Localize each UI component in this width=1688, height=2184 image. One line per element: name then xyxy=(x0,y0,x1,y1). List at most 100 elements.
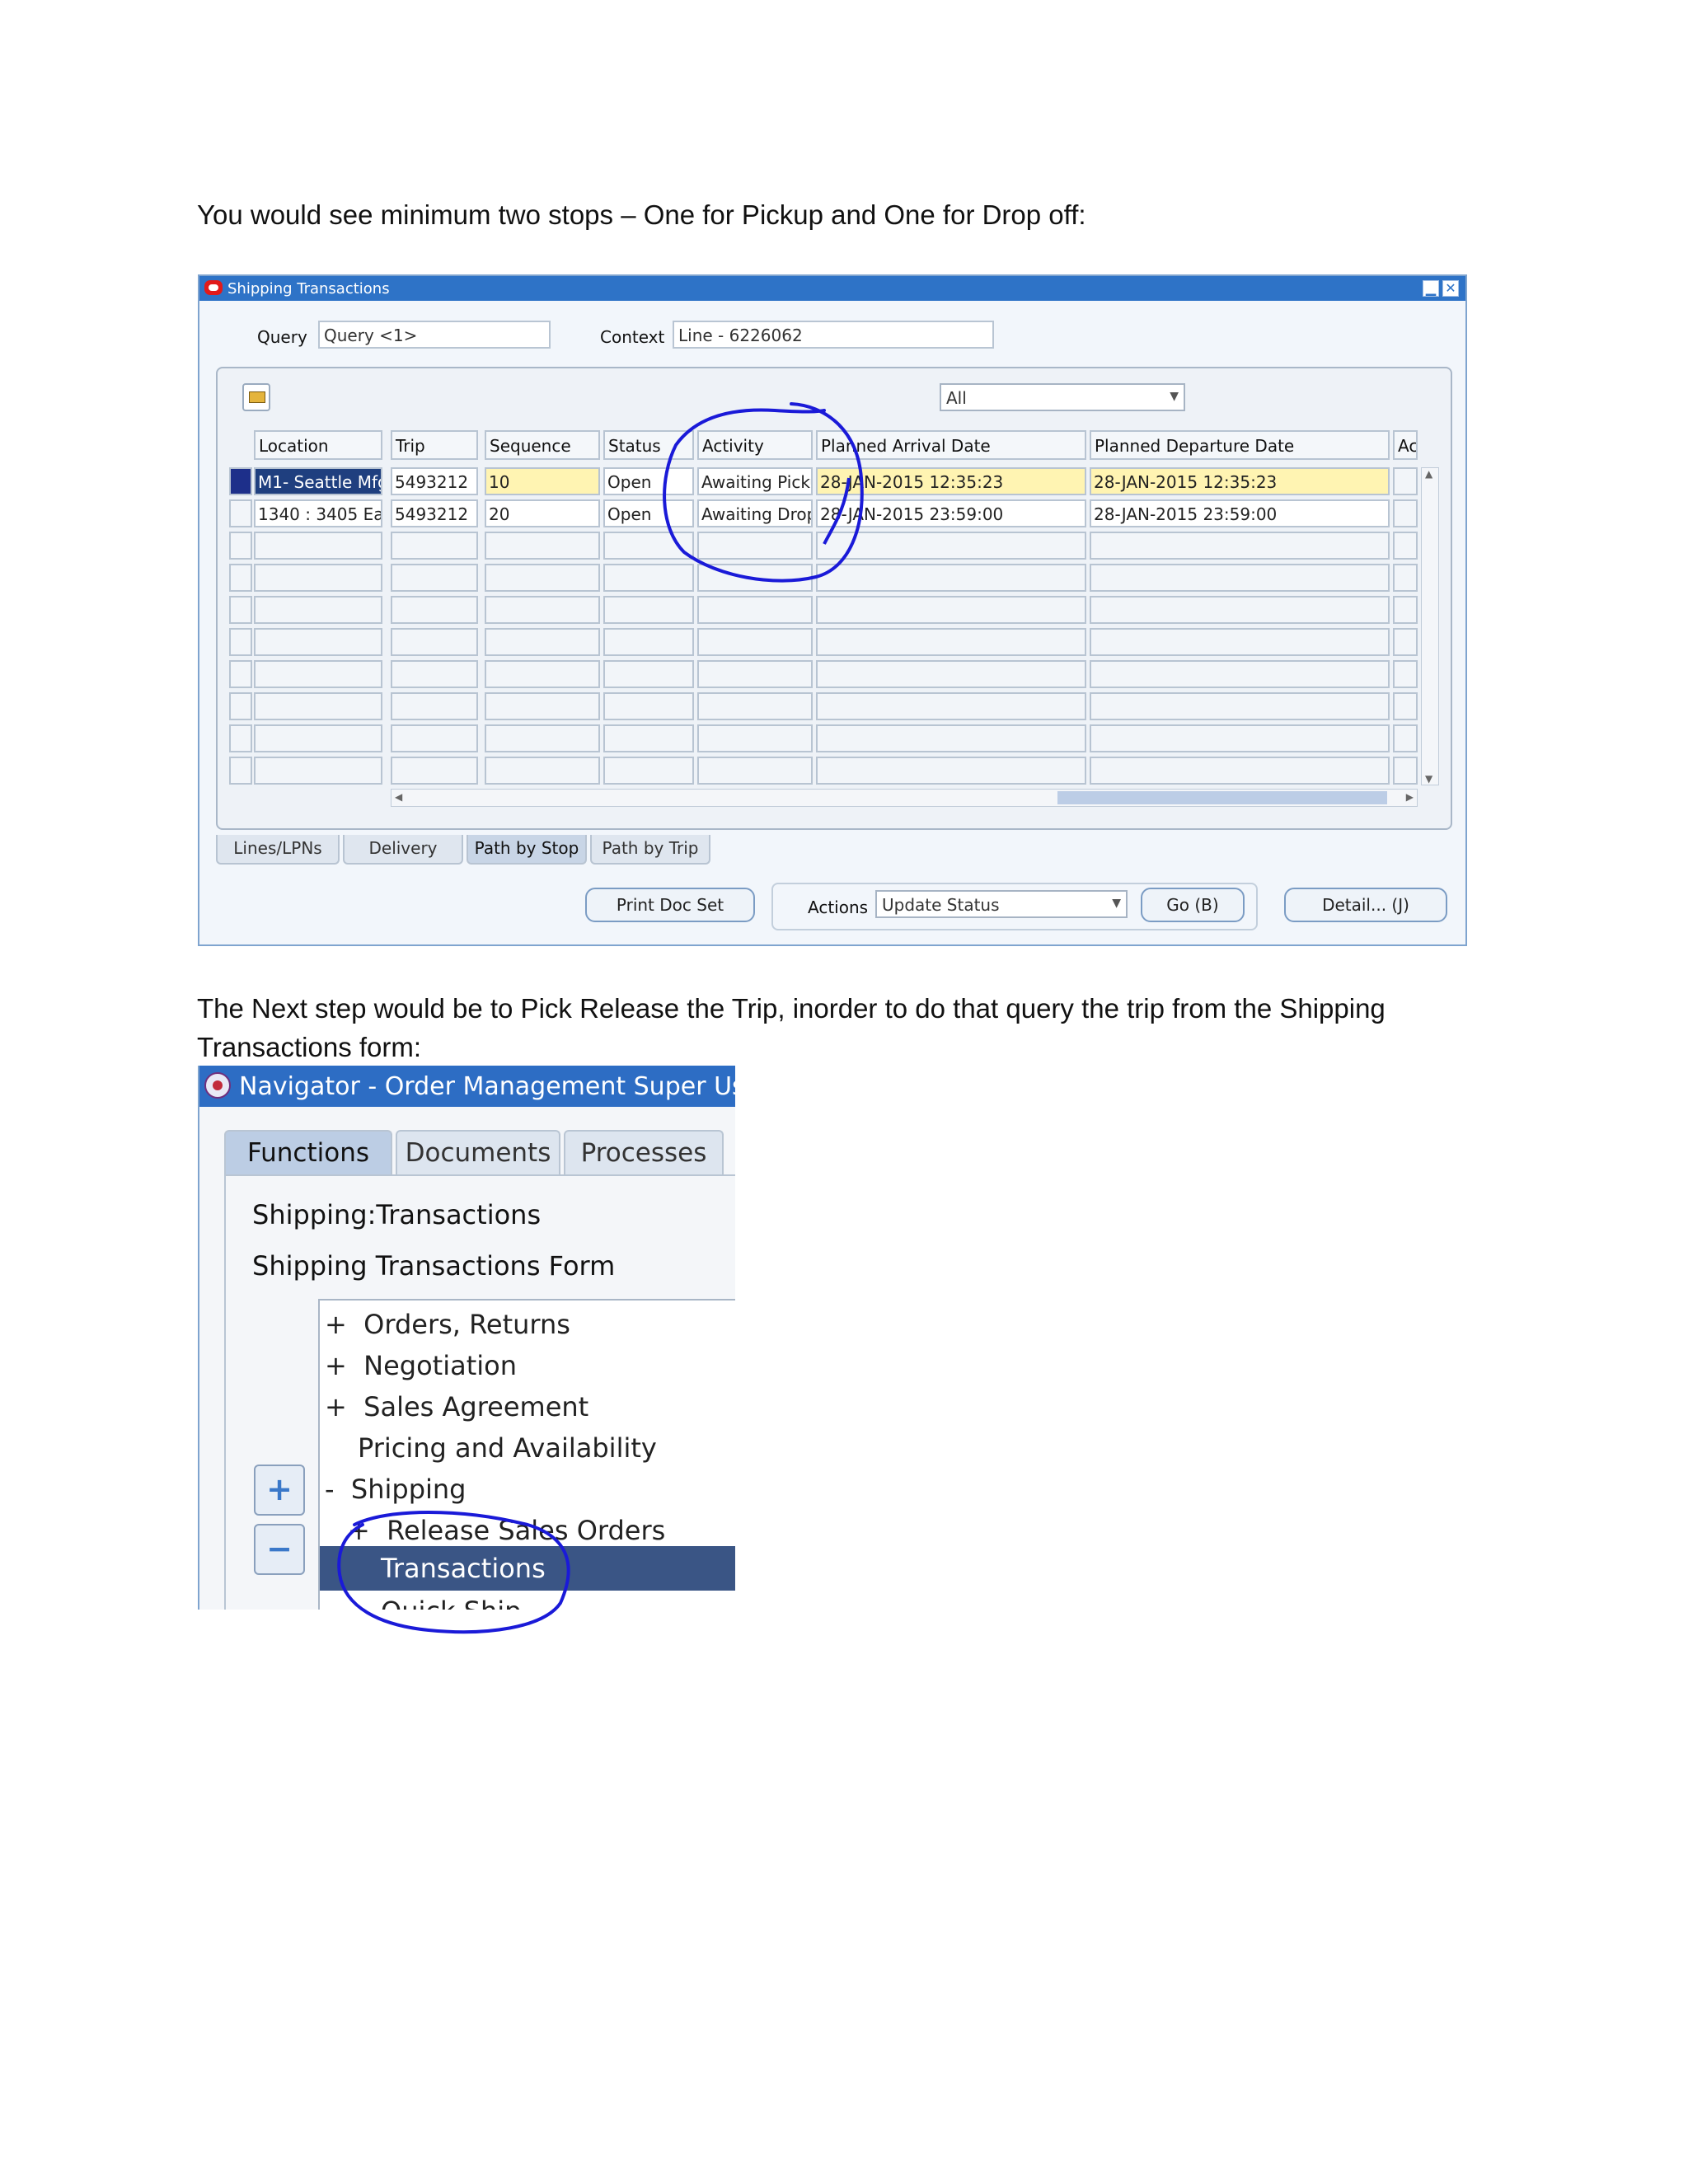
cell-location[interactable] xyxy=(254,532,382,560)
cell-trip[interactable] xyxy=(391,596,478,624)
tab-delivery[interactable]: Delivery xyxy=(343,835,463,865)
cell-status[interactable] xyxy=(603,692,694,720)
cell-location[interactable] xyxy=(254,724,382,752)
cell-activity[interactable]: Awaiting Drop xyxy=(697,499,813,527)
cell-planned-departure[interactable] xyxy=(1090,724,1390,752)
tree-item[interactable]: + Negotiation xyxy=(325,1350,517,1381)
tree-item[interactable]: Pricing and Availability xyxy=(358,1432,657,1464)
cell-planned-arrival[interactable]: 28-JAN-2015 23:59:00 xyxy=(816,499,1086,527)
cell-status[interactable] xyxy=(603,628,694,656)
cell-actions[interactable] xyxy=(1393,660,1418,688)
cell-status[interactable] xyxy=(603,660,694,688)
tree-item[interactable]: + Sales Agreement xyxy=(325,1391,588,1422)
scroll-left-icon[interactable]: ◀ xyxy=(395,791,402,803)
tab-path-by-stop[interactable]: Path by Stop xyxy=(467,835,587,865)
cell-sequence[interactable] xyxy=(485,660,600,688)
tree-item[interactable]: + Orders, Returns xyxy=(325,1309,570,1340)
cell-planned-departure[interactable] xyxy=(1090,532,1390,560)
cell-location[interactable]: 1340 : 3405 East xyxy=(254,499,382,527)
cell-planned-arrival[interactable] xyxy=(816,692,1086,720)
tree-item-transactions[interactable]: Transactions xyxy=(320,1546,735,1591)
cell-sequence[interactable] xyxy=(485,757,600,785)
row-indicator[interactable] xyxy=(229,692,252,720)
horizontal-scrollbar[interactable]: ◀ ▶ xyxy=(391,789,1418,807)
cell-actions[interactable] xyxy=(1393,564,1418,592)
cell-planned-departure[interactable] xyxy=(1090,628,1390,656)
cell-sequence[interactable] xyxy=(485,532,600,560)
cell-planned-arrival[interactable] xyxy=(816,564,1086,592)
cell-planned-departure[interactable] xyxy=(1090,660,1390,688)
cell-actions[interactable] xyxy=(1393,757,1418,785)
open-folder-button[interactable] xyxy=(242,383,270,411)
cell-trip[interactable] xyxy=(391,532,478,560)
cell-status[interactable] xyxy=(603,564,694,592)
cell-activity[interactable] xyxy=(697,596,813,624)
cell-actions[interactable] xyxy=(1393,596,1418,624)
cell-sequence[interactable] xyxy=(485,564,600,592)
cell-location[interactable] xyxy=(254,660,382,688)
cell-trip[interactable] xyxy=(391,564,478,592)
cell-actions[interactable] xyxy=(1393,692,1418,720)
cell-trip[interactable] xyxy=(391,724,478,752)
tree-item[interactable]: + Release Sales Orders xyxy=(348,1515,665,1546)
cell-sequence[interactable] xyxy=(485,724,600,752)
cell-planned-departure[interactable]: 28-JAN-2015 12:35:23 xyxy=(1090,467,1390,495)
row-indicator[interactable] xyxy=(229,532,252,560)
cell-sequence[interactable]: 10 xyxy=(485,467,600,495)
cell-sequence[interactable]: 20 xyxy=(485,499,600,527)
context-field[interactable]: Line - 6226062 xyxy=(673,321,994,349)
row-indicator[interactable] xyxy=(229,467,252,495)
cell-location[interactable] xyxy=(254,564,382,592)
cell-planned-departure[interactable] xyxy=(1090,596,1390,624)
tab-functions[interactable]: Functions xyxy=(224,1130,392,1176)
cell-trip[interactable] xyxy=(391,660,478,688)
cell-location[interactable] xyxy=(254,628,382,656)
tab-documents[interactable]: Documents xyxy=(396,1130,560,1176)
query-field[interactable]: Query <1> xyxy=(318,321,551,349)
cell-actions[interactable] xyxy=(1393,628,1418,656)
cell-activity[interactable] xyxy=(697,628,813,656)
cell-activity[interactable] xyxy=(697,532,813,560)
cell-actions[interactable] xyxy=(1393,724,1418,752)
cell-planned-arrival[interactable] xyxy=(816,628,1086,656)
row-indicator[interactable] xyxy=(229,628,252,656)
cell-location[interactable] xyxy=(254,692,382,720)
detail-button[interactable]: Detail... (J) xyxy=(1284,888,1447,922)
cell-activity[interactable] xyxy=(697,564,813,592)
row-indicator[interactable] xyxy=(229,499,252,527)
cell-activity[interactable]: Awaiting Pickup xyxy=(697,467,813,495)
cell-location[interactable]: M1- Seattle Mfg xyxy=(254,467,382,495)
cell-location[interactable] xyxy=(254,757,382,785)
cell-status[interactable]: Open xyxy=(603,499,694,527)
cell-trip[interactable] xyxy=(391,757,478,785)
go-button[interactable]: Go (B) xyxy=(1141,888,1245,922)
cell-status[interactable] xyxy=(603,724,694,752)
cell-planned-arrival[interactable] xyxy=(816,596,1086,624)
row-indicator[interactable] xyxy=(229,724,252,752)
cell-activity[interactable] xyxy=(697,757,813,785)
filter-select[interactable]: All ▼ xyxy=(940,383,1185,411)
cell-status[interactable] xyxy=(603,757,694,785)
cell-actions[interactable] xyxy=(1393,499,1418,527)
cell-status[interactable] xyxy=(603,532,694,560)
cell-planned-arrival[interactable] xyxy=(816,660,1086,688)
cell-sequence[interactable] xyxy=(485,628,600,656)
collapse-icon[interactable]: − xyxy=(254,1524,305,1575)
cell-trip[interactable] xyxy=(391,628,478,656)
scroll-up-icon[interactable]: ▲ xyxy=(1425,468,1432,480)
row-indicator[interactable] xyxy=(229,757,252,785)
cell-planned-departure[interactable]: 28-JAN-2015 23:59:00 xyxy=(1090,499,1390,527)
tree-item[interactable]: Quick Ship xyxy=(381,1596,521,1610)
scroll-right-icon[interactable]: ▶ xyxy=(1406,791,1414,803)
tab-path-by-trip[interactable]: Path by Trip xyxy=(590,835,710,865)
expand-icon[interactable]: + xyxy=(254,1465,305,1516)
cell-status[interactable] xyxy=(603,596,694,624)
cell-trip[interactable]: 5493212 xyxy=(391,467,478,495)
cell-status[interactable]: Open xyxy=(603,467,694,495)
cell-planned-arrival[interactable]: 28-JAN-2015 12:35:23 xyxy=(816,467,1086,495)
scroll-thumb[interactable] xyxy=(1057,791,1387,804)
cell-planned-departure[interactable] xyxy=(1090,564,1390,592)
cell-trip[interactable]: 5493212 xyxy=(391,499,478,527)
cell-sequence[interactable] xyxy=(485,692,600,720)
close-icon[interactable]: ✕ xyxy=(1442,280,1459,297)
